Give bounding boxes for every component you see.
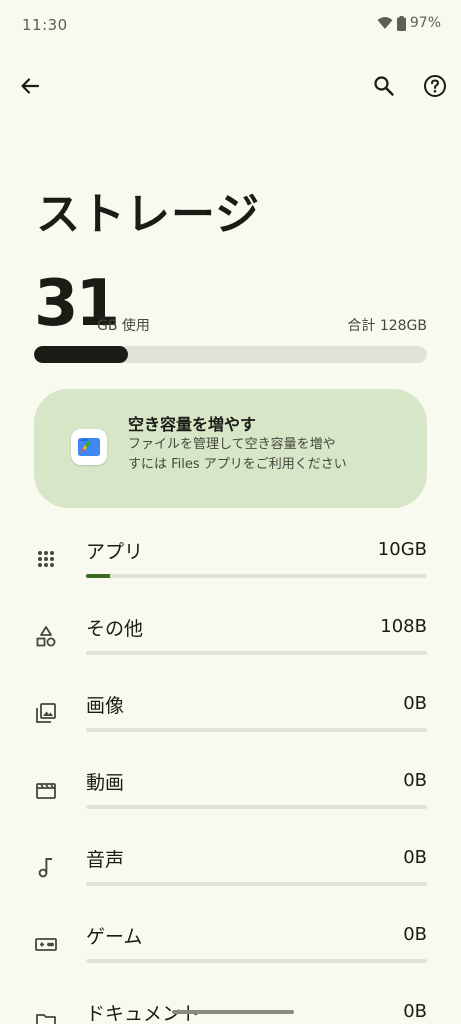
category-size: 0B	[403, 1001, 427, 1022]
category-label: 動画	[86, 772, 125, 794]
help-circle-icon	[423, 74, 447, 102]
folder-icon	[34, 1009, 58, 1024]
help-button[interactable]	[413, 66, 457, 110]
top-app-bar	[0, 64, 461, 112]
category-games[interactable]: ゲーム 0B	[0, 922, 461, 992]
free-up-space-card[interactable]: 空き容量を増やす ファイルを管理して空き容量を増やすには Files アプリをご…	[34, 389, 427, 508]
shapes-icon	[34, 624, 58, 648]
category-usage-bar-fill	[86, 574, 110, 578]
search-button[interactable]	[362, 66, 406, 110]
category-label: 画像	[86, 695, 125, 717]
category-usage-bar	[86, 728, 427, 732]
gesture-navigation-bar[interactable]	[172, 1010, 294, 1014]
category-usage-bar	[86, 882, 427, 886]
promo-title: 空き容量を増やす	[128, 415, 257, 434]
wifi-icon	[377, 16, 393, 30]
category-videos[interactable]: 動画 0B	[0, 768, 461, 838]
music-note-icon	[34, 855, 58, 879]
category-apps[interactable]: アプリ 10GB	[0, 537, 461, 607]
apps-grid-icon	[34, 547, 58, 571]
gamepad-icon	[34, 932, 58, 956]
category-other[interactable]: その他 108B	[0, 614, 461, 684]
video-icon	[34, 778, 58, 802]
category-size: 0B	[403, 693, 427, 714]
total-storage-label: 合計 128GB	[347, 318, 427, 334]
files-app-icon	[71, 429, 107, 465]
storage-usage-bar	[34, 346, 427, 363]
arrow-back-icon	[20, 76, 40, 100]
category-size: 0B	[403, 847, 427, 868]
category-label: ゲーム	[86, 926, 143, 948]
category-size: 108B	[380, 616, 427, 637]
status-icons: 97%	[377, 15, 441, 31]
back-button[interactable]	[8, 66, 52, 110]
category-size: 10GB	[377, 539, 427, 560]
status-time: 11:30	[22, 16, 68, 34]
category-size: 0B	[403, 770, 427, 791]
status-bar: 11:30 97%	[0, 0, 461, 48]
battery-icon	[396, 15, 406, 31]
category-label: 音声	[86, 849, 125, 871]
category-images[interactable]: 画像 0B	[0, 691, 461, 761]
page-title: ストレージ	[36, 189, 261, 240]
search-icon	[373, 75, 395, 101]
category-usage-bar	[86, 805, 427, 809]
category-label: その他	[86, 618, 144, 640]
used-storage-unit: GB 使用	[97, 318, 150, 334]
battery-percent: 97%	[409, 15, 441, 31]
category-usage-bar	[86, 574, 427, 578]
category-label: アプリ	[86, 541, 144, 563]
category-audio[interactable]: 音声 0B	[0, 845, 461, 915]
category-usage-bar	[86, 651, 427, 655]
promo-body: ファイルを管理して空き容量を増やすには Files アプリをご利用ください	[128, 437, 347, 472]
storage-usage-bar-fill	[34, 346, 129, 363]
category-usage-bar	[86, 959, 427, 963]
image-icon	[34, 701, 58, 725]
category-size: 0B	[403, 924, 427, 945]
